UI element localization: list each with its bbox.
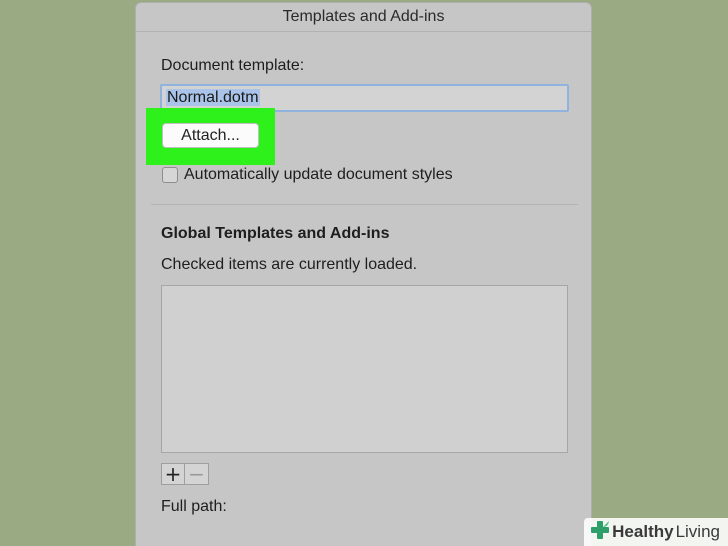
auto-update-label: Automatically update document styles [184,166,453,183]
full-path-label: Full path: [161,498,227,515]
auto-update-checkbox[interactable] [162,167,178,183]
document-template-label: Document template: [161,57,305,74]
global-templates-subtext: Checked items are currently loaded. [161,256,418,273]
section-divider [151,204,578,205]
attach-button[interactable]: Attach... [162,123,259,148]
cross-leaf-icon [590,520,610,545]
addins-list[interactable] [161,285,568,453]
templates-addins-dialog: Templates and Add-ins Document template:… [135,2,592,546]
watermark-brand-bold: Healthy [612,522,674,541]
global-templates-heading: Global Templates and Add-ins [161,225,390,242]
healthy-living-watermark: Healthy Living [584,518,728,546]
watermark-brand-regular: Living [675,522,720,541]
remove-addin-button[interactable]: − [185,463,209,485]
screenshot-stage: Templates and Add-ins Document template:… [0,0,728,546]
document-template-value: Normal.dotm [166,89,260,106]
dialog-titlebar: Templates and Add-ins [136,3,591,32]
add-remove-group: + − [161,463,209,485]
add-addin-button[interactable]: + [161,463,185,485]
dialog-title: Templates and Add-ins [282,8,445,25]
